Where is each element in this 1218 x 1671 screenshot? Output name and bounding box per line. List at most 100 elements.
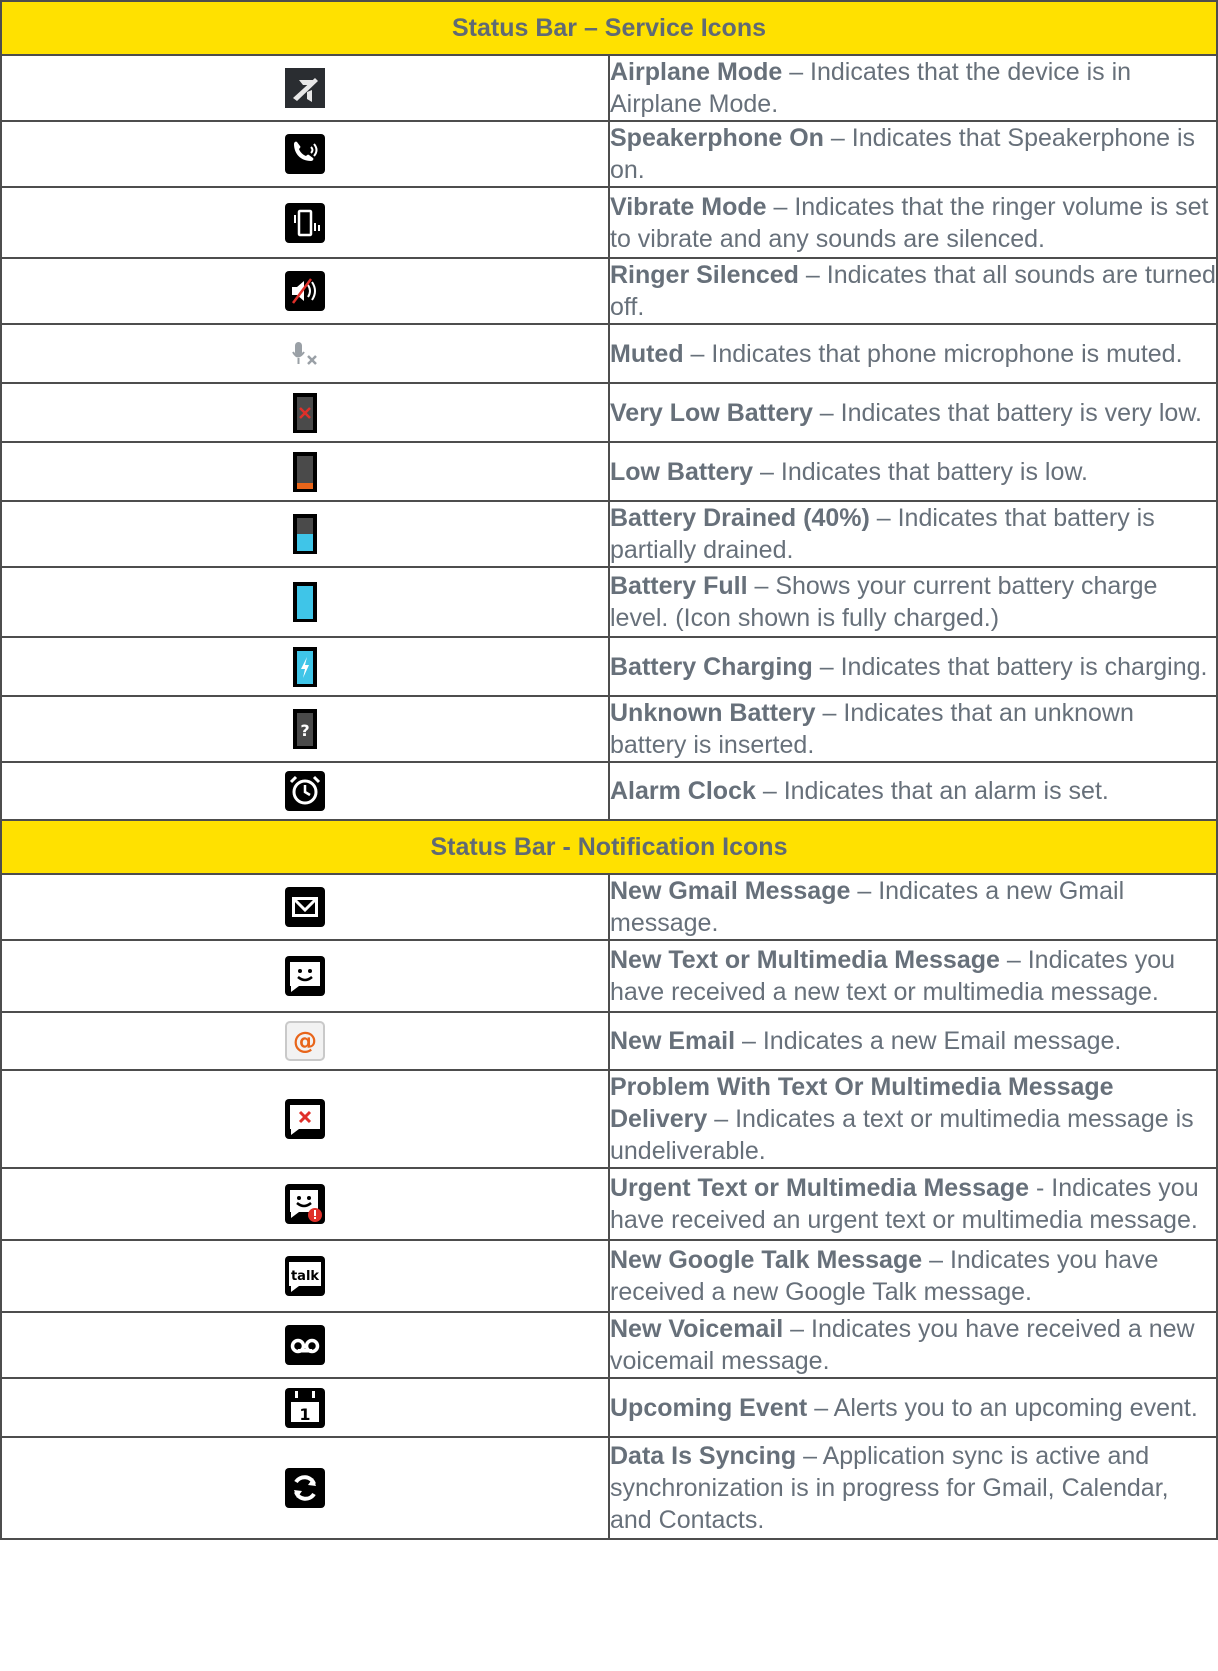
description-cell: Unknown Battery – Indicates that an unkn… [608, 695, 1218, 763]
icon-row-new-text-or-multimedia-message: New Text or Multimedia Message – Indicat… [0, 939, 1218, 1013]
voicemail-icon [285, 1325, 325, 1365]
separator: – [850, 877, 879, 905]
icon-cell [0, 500, 610, 568]
icon-title: Ringer Silenced [610, 261, 799, 289]
description-cell: Upcoming Event – Alerts you to an upcomi… [608, 1377, 1218, 1438]
icon-cell [0, 120, 610, 188]
muted-microphone-icon [285, 334, 325, 374]
svg-text:talk: talk [291, 1269, 319, 1284]
icon-title: New Voicemail [610, 1315, 784, 1343]
separator: – [796, 1442, 823, 1470]
separator: – [812, 398, 841, 427]
icon-cell [0, 441, 610, 502]
icon-row-muted: Muted – Indicates that phone microphone … [0, 323, 1218, 384]
description-cell: Urgent Text or Multimedia Message - Indi… [608, 1167, 1218, 1241]
icon-cell [0, 1167, 610, 1241]
alarm-clock-icon [285, 771, 325, 811]
icon-row-new-google-talk-message: talk New Google Talk Message – Indicates … [0, 1239, 1218, 1313]
calendar-event-icon: 1 [285, 1387, 325, 1428]
icon-cell [0, 186, 610, 259]
icon-row-speakerphone-on: Speakerphone On – Indicates that Speaker… [0, 120, 1218, 188]
description-cell: New Google Talk Message – Indicates you … [608, 1239, 1218, 1313]
icon-description: Indicates that battery is charging. [840, 652, 1208, 681]
icon-cell [0, 1311, 610, 1379]
icon-row-airplane-mode: Airplane Mode – Indicates that the devic… [0, 54, 1218, 122]
separator: – [807, 1393, 834, 1422]
icon-cell: 1 [0, 1377, 610, 1438]
icon-row-battery-charging: Battery Charging – Indicates that batter… [0, 636, 1218, 697]
table-body: Status Bar – Service Icons Airplane Mode … [0, 0, 1218, 1540]
section-header-row: Status Bar - Notification Icons [0, 819, 1218, 875]
description-cell: New Text or Multimedia Message – Indicat… [608, 939, 1218, 1013]
icon-row-alarm-clock: Alarm Clock – Indicates that an alarm is… [0, 761, 1218, 821]
icon-title: Data Is Syncing [610, 1442, 797, 1470]
description-cell: Low Battery – Indicates that battery is … [608, 441, 1218, 502]
svg-text:@: @ [293, 1027, 317, 1055]
icon-cell [0, 382, 610, 443]
icon-title: Urgent Text or Multimedia Message [610, 1174, 1030, 1202]
description-cell: Muted – Indicates that phone microphone … [608, 323, 1218, 384]
urgent-message-icon [285, 1184, 325, 1224]
section-header-row: Status Bar – Service Icons [0, 0, 1218, 56]
speakerphone-icon [285, 134, 325, 174]
icon-row-vibrate-mode: Vibrate Mode – Indicates that the ringer… [0, 186, 1218, 259]
message-error-icon [285, 1099, 325, 1139]
description-cell: Battery Charging – Indicates that batter… [608, 636, 1218, 697]
icon-cell [0, 636, 610, 697]
separator: – [747, 572, 776, 600]
vibrate-icon [285, 202, 325, 243]
status-icons-table: Status Bar – Service Icons Airplane Mode … [0, 0, 1218, 1540]
section-title: Status Bar - Notification Icons [0, 819, 1218, 875]
icon-description: Indicates that phone microphone is muted… [711, 339, 1183, 368]
icon-row-data-is-syncing: Data Is Syncing – Application sync is ac… [0, 1436, 1218, 1540]
icon-cell [0, 761, 610, 821]
separator: – [869, 504, 898, 532]
icon-row-unknown-battery: ? Unknown Battery – Indicates that an unk… [0, 695, 1218, 763]
icon-row-battery-full: Battery Full – Shows your current batter… [0, 566, 1218, 638]
icon-cell [0, 323, 610, 384]
svg-text:?: ? [300, 721, 309, 740]
separator: – [783, 1315, 812, 1343]
description-cell: Vibrate Mode – Indicates that the ringer… [608, 186, 1218, 259]
separator: – [735, 1027, 763, 1055]
icon-row-urgent-text-or-multimedia-message: Urgent Text or Multimedia Message - Indi… [0, 1167, 1218, 1241]
icon-description: Indicates that an alarm is set. [783, 777, 1109, 805]
icon-cell [0, 873, 610, 941]
icon-title: New Gmail Message [610, 877, 851, 905]
icon-title: Low Battery [610, 457, 754, 486]
svg-text:1: 1 [299, 1405, 310, 1424]
icon-cell [0, 566, 610, 638]
description-cell: New Email – Indicates a new Email messag… [608, 1011, 1218, 1071]
section-title: Status Bar – Service Icons [0, 0, 1218, 56]
separator: – [922, 1246, 950, 1274]
icon-cell [0, 1069, 610, 1169]
icon-title: Very Low Battery [610, 398, 813, 427]
icon-cell [0, 1436, 610, 1540]
icon-title: Alarm Clock [610, 777, 756, 805]
description-cell: Ringer Silenced – Indicates that all sou… [608, 257, 1218, 325]
icon-row-new-voicemail: New Voicemail – Indicates you have recei… [0, 1311, 1218, 1379]
separator: – [683, 339, 712, 368]
icon-title: Airplane Mode [610, 58, 783, 86]
email-icon: @ [285, 1021, 325, 1061]
google-talk-icon: talk [285, 1256, 325, 1296]
icon-row-upcoming-event: 1 Upcoming Event – Alerts you to an upcom… [0, 1377, 1218, 1438]
description-cell: Data Is Syncing – Application sync is ac… [608, 1436, 1218, 1540]
icon-cell: @ [0, 1011, 610, 1071]
icon-row-new-gmail-message: New Gmail Message – Indicates a new Gmai… [0, 873, 1218, 941]
description-cell: Airplane Mode – Indicates that the devic… [608, 54, 1218, 122]
description-cell: Battery Drained (40%) – Indicates that b… [608, 500, 1218, 568]
icon-description: Alerts you to an upcoming event. [833, 1393, 1198, 1422]
icon-description: Indicates that battery is very low. [840, 398, 1202, 427]
icon-row-battery-drained-40: Battery Drained (40%) – Indicates that b… [0, 500, 1218, 568]
icon-title: Unknown Battery [610, 699, 816, 727]
icon-title: New Text or Multimedia Message [610, 946, 1000, 974]
icon-title: Muted [610, 339, 684, 368]
description-cell: New Gmail Message – Indicates a new Gmai… [608, 873, 1218, 941]
icon-cell [0, 54, 610, 122]
ringer-silenced-icon [285, 271, 325, 311]
gmail-icon [285, 887, 325, 927]
icon-cell [0, 257, 610, 325]
icon-cell [0, 939, 610, 1013]
low-battery-icon [285, 450, 325, 494]
